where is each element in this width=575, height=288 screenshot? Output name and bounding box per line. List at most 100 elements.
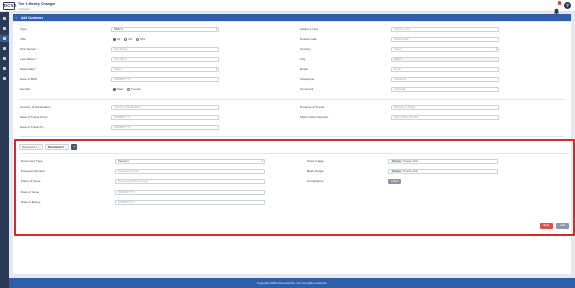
purpose-label: Purpose of Travel bbox=[300, 105, 325, 109]
sidebar-list-icon[interactable] bbox=[0, 25, 9, 32]
bell-icon[interactable] bbox=[553, 1, 561, 15]
page-title: Add Customer bbox=[21, 15, 43, 20]
help-icon[interactable]: ? bbox=[564, 2, 571, 9]
gender-option-male[interactable]: Male bbox=[113, 87, 123, 91]
chevron-down-icon: ▾ bbox=[215, 28, 217, 32]
app-title: Tier 1 Money Changer bbox=[18, 1, 56, 6]
close-icon[interactable]: × bbox=[65, 145, 67, 149]
date-expiry-label: Date of Expiry bbox=[21, 200, 41, 204]
back-chevron-icon[interactable]: ‹ bbox=[16, 15, 17, 20]
travel-from-label: Date of Travel From bbox=[20, 115, 48, 119]
flight-input[interactable]: Flight Ticket Number bbox=[391, 114, 499, 120]
title-radio-group: Mr Ms Mrs bbox=[113, 37, 145, 41]
postal-input[interactable]: Postal Code bbox=[391, 36, 499, 42]
dob-label: Date of Birth bbox=[20, 77, 38, 81]
sidebar-settings-icon[interactable] bbox=[0, 75, 9, 82]
tabs-divider bbox=[19, 153, 570, 154]
sidebar-user-icon[interactable] bbox=[0, 35, 9, 42]
email-label: Email bbox=[300, 67, 308, 71]
travel-to-label: Date of Travel To bbox=[20, 125, 44, 129]
add-button[interactable]: Add bbox=[556, 223, 569, 229]
app-logo: DCSX bbox=[3, 1, 17, 10]
first-name-label: First Name* bbox=[20, 47, 37, 51]
tab-document-1[interactable]: Document 1× bbox=[19, 144, 43, 150]
front-image-upload[interactable]: Browse Choose a file bbox=[388, 158, 498, 164]
doc-type-select[interactable]: Passport ▾ bbox=[115, 158, 265, 164]
top-bar: DCSX Tier 1 Money Changer Customer ? bbox=[0, 0, 575, 15]
city-label: City bbox=[300, 57, 306, 61]
telephone-input[interactable]: Telephone bbox=[391, 76, 499, 82]
purpose-input[interactable]: Purpose of Travel bbox=[391, 104, 499, 110]
travel-from-input[interactable]: DD/MM/YYYY bbox=[111, 114, 219, 120]
notification-dot bbox=[557, 1, 561, 5]
title-option-ms[interactable]: Ms bbox=[124, 37, 132, 41]
type-value: Walk In bbox=[114, 27, 123, 31]
date-issue-label: Date of Issue bbox=[21, 190, 40, 194]
address-label: Address Line bbox=[300, 27, 319, 31]
last-name-input[interactable]: Last Name bbox=[111, 56, 219, 62]
date-expiry-input[interactable]: DD/MM/YYYY bbox=[115, 199, 265, 205]
section-divider bbox=[20, 136, 564, 137]
doc-type-label: Document Type bbox=[21, 159, 43, 163]
last-name-label: Last Name* bbox=[20, 57, 37, 61]
title-label: Title bbox=[20, 37, 26, 41]
chevron-down-icon: ▾ bbox=[495, 48, 497, 52]
browse-button[interactable]: Browse bbox=[391, 159, 402, 164]
flight-label: Flight Ticket Number bbox=[300, 115, 329, 119]
sidebar-home-icon[interactable] bbox=[0, 15, 9, 22]
title-option-mrs[interactable]: Mrs bbox=[136, 37, 145, 41]
nationality-select[interactable]: Select ▾ bbox=[111, 66, 219, 72]
tab-document-2[interactable]: Document 2× bbox=[44, 144, 70, 150]
gender-option-female[interactable]: Female bbox=[127, 87, 141, 91]
footer: Copyright 2018 dcsx.link Pte. Ltd. All r… bbox=[9, 278, 575, 288]
comment-label: Comment bbox=[300, 87, 314, 91]
place-issue-label: Place of Issue bbox=[21, 179, 41, 183]
compliance-check-button[interactable]: Check bbox=[388, 178, 402, 184]
destination-input[interactable]: Country of Destination bbox=[111, 104, 219, 110]
travel-to-input[interactable]: DD/MM/YYYY bbox=[111, 124, 219, 130]
address-input[interactable]: Address Line bbox=[391, 26, 499, 32]
doc-type-value: Passport bbox=[118, 159, 129, 163]
browse-button[interactable]: Browse bbox=[391, 169, 402, 174]
gender-label: Gender bbox=[20, 87, 31, 91]
section-divider bbox=[20, 99, 564, 100]
back-image-label: Back Image bbox=[307, 169, 324, 173]
email-input[interactable]: Email bbox=[391, 66, 499, 72]
title-option-mr[interactable]: Mr bbox=[113, 37, 120, 41]
gender-radio-group: Male Female bbox=[113, 87, 141, 91]
country-value: Select bbox=[394, 47, 402, 51]
telephone-label: Telephone bbox=[300, 77, 315, 81]
add-document-button[interactable]: + bbox=[71, 144, 78, 150]
sidebar-transfer-icon[interactable] bbox=[0, 55, 9, 62]
postal-label: Postal Code bbox=[300, 37, 317, 41]
country-select[interactable]: Select ▾ bbox=[391, 46, 499, 52]
back-file-text: Choose a file bbox=[402, 169, 418, 173]
page-header: ‹ Add Customer bbox=[13, 14, 571, 21]
country-label: Country bbox=[300, 47, 311, 51]
city-select[interactable]: Select bbox=[391, 56, 499, 62]
compliance-label: Compliance bbox=[307, 179, 324, 183]
sidebar bbox=[0, 12, 9, 288]
place-issue-input[interactable]: Document Place of Issue bbox=[115, 178, 265, 184]
comment-input[interactable]: (Optional) bbox=[391, 86, 499, 92]
passport-label: Passport Number bbox=[21, 169, 46, 173]
type-label: Type bbox=[20, 27, 27, 31]
dob-input[interactable]: DD/MM/YYYY bbox=[111, 76, 219, 82]
app-subtitle: Customer bbox=[18, 6, 31, 11]
sidebar-report-icon[interactable] bbox=[0, 65, 9, 72]
passport-input[interactable]: Passport Number bbox=[115, 168, 265, 174]
type-select[interactable]: Walk In ▾ bbox=[111, 26, 219, 32]
back-button[interactable]: Back bbox=[540, 223, 553, 229]
nationality-value: Select bbox=[114, 67, 122, 71]
chevron-down-icon: ▾ bbox=[261, 160, 263, 164]
back-image-upload[interactable]: Browse Choose a file bbox=[388, 168, 498, 174]
nationality-label: Nationality* bbox=[20, 67, 36, 71]
sidebar-file-icon[interactable] bbox=[0, 45, 9, 52]
front-image-label: Front Image bbox=[307, 159, 324, 163]
document-tabs: Document 1× Document 2× + bbox=[19, 144, 78, 150]
close-icon[interactable]: × bbox=[38, 145, 40, 149]
chevron-down-icon: ▾ bbox=[215, 68, 217, 72]
destination-label: Country of Destination bbox=[20, 105, 51, 109]
date-issue-input[interactable]: DD/MM/YYYY bbox=[115, 189, 265, 195]
first-name-input[interactable]: First Name bbox=[111, 46, 219, 52]
